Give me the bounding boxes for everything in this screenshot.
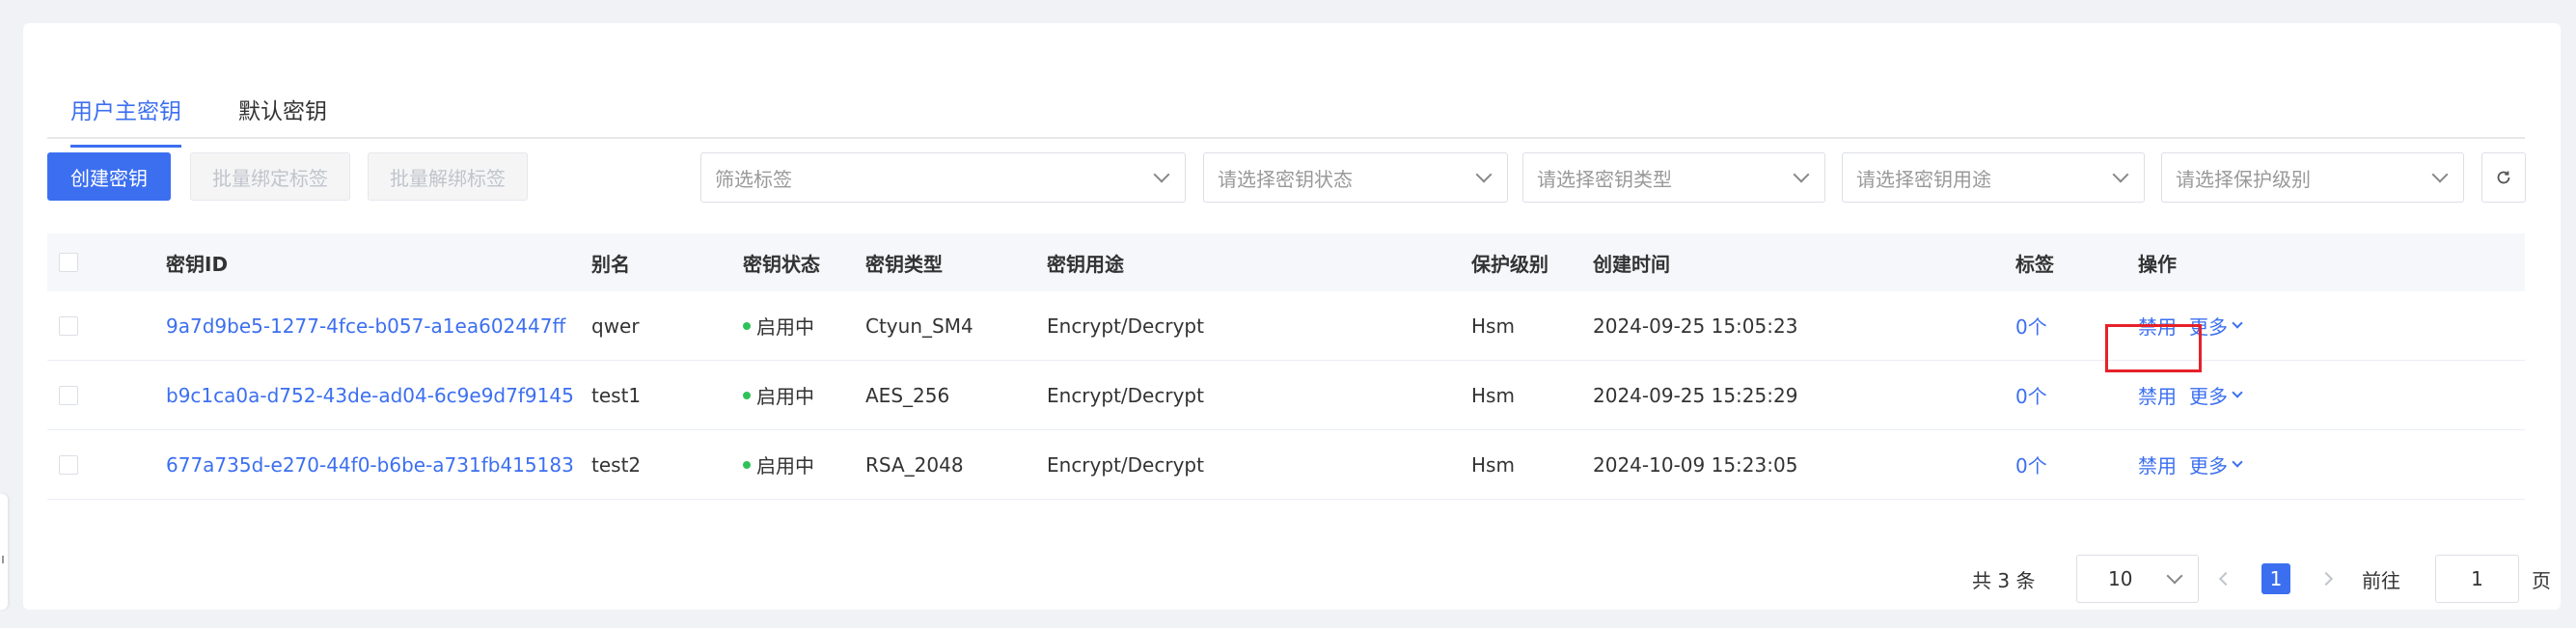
status-text: 启用中 bbox=[756, 385, 814, 408]
refresh-icon bbox=[2497, 171, 2510, 184]
next-page-button[interactable] bbox=[2312, 563, 2341, 594]
protection-cell: Hsm bbox=[1471, 452, 1515, 477]
table-header: 密钥ID 别名 密钥状态 密钥类型 密钥用途 保护级别 创建时间 标签 操作 bbox=[47, 233, 2525, 291]
more-menu-button[interactable]: 更多 bbox=[2189, 430, 2243, 499]
usage-filter-placeholder: 请选择密钥用途 bbox=[1856, 167, 1991, 191]
chevron-down-icon bbox=[2166, 567, 2183, 585]
table-row: 677a735d-e270-44f0-b6be-a731fb415183 tes… bbox=[47, 430, 2525, 500]
tags-link[interactable]: 0个 bbox=[2015, 361, 2047, 429]
chevron-down-icon bbox=[2232, 455, 2243, 468]
goto-label: 前往 bbox=[2362, 568, 2400, 592]
type-cell: Ctyun_SM4 bbox=[865, 314, 973, 338]
header-created: 创建时间 bbox=[1593, 252, 1670, 276]
row-checkbox[interactable] bbox=[59, 315, 78, 336]
status-filter-select[interactable]: 请选择密钥状态 bbox=[1203, 152, 1508, 203]
header-tags: 标签 bbox=[2015, 252, 2054, 276]
chevron-down-icon bbox=[2431, 166, 2449, 183]
refresh-button[interactable] bbox=[2481, 152, 2526, 203]
status-dot-icon bbox=[743, 321, 751, 330]
chevron-down-icon bbox=[1793, 166, 1810, 183]
chevron-left-icon bbox=[2218, 571, 2233, 587]
key-id-link[interactable]: b9c1ca0a-d752-43de-ad04-6c9e9d7f9145 bbox=[166, 361, 574, 429]
status-dot-icon bbox=[743, 460, 751, 469]
type-cell: AES_256 bbox=[865, 383, 950, 407]
usage-cell: Encrypt/Decrypt bbox=[1047, 452, 1204, 477]
side-panel-handle[interactable] bbox=[0, 494, 8, 610]
key-id-link[interactable]: 677a735d-e270-44f0-b6be-a731fb415183 bbox=[166, 430, 574, 499]
disable-button[interactable]: 禁用 bbox=[2138, 361, 2177, 429]
table-row: 9a7d9be5-1277-4fce-b057-a1ea602447ff qwe… bbox=[47, 291, 2525, 361]
created-cell: 2024-09-25 15:05:23 bbox=[1593, 314, 1798, 338]
header-protection: 保护级别 bbox=[1471, 252, 1548, 276]
usage-cell: Encrypt/Decrypt bbox=[1047, 314, 1204, 338]
tab-user-master-keys[interactable]: 用户主密钥 bbox=[70, 93, 181, 148]
created-cell: 2024-10-09 15:23:05 bbox=[1593, 452, 1798, 477]
status-badge: 启用中 bbox=[743, 291, 814, 360]
chevron-down-icon bbox=[2232, 386, 2243, 398]
status-badge: 启用中 bbox=[743, 361, 814, 429]
status-badge: 启用中 bbox=[743, 430, 814, 499]
tab-bar: 用户主密钥 默认密钥 bbox=[47, 68, 2525, 148]
alias-cell: test1 bbox=[591, 383, 642, 407]
chevron-down-icon bbox=[1475, 166, 1493, 183]
header-usage: 密钥用途 bbox=[1047, 252, 1124, 276]
usage-cell: Encrypt/Decrypt bbox=[1047, 383, 1204, 407]
more-label: 更多 bbox=[2189, 454, 2228, 478]
protection-cell: Hsm bbox=[1471, 314, 1515, 338]
status-dot-icon bbox=[743, 391, 751, 399]
more-label: 更多 bbox=[2189, 315, 2228, 339]
chevron-right-icon bbox=[2318, 571, 2334, 587]
chevron-down-icon bbox=[1153, 166, 1170, 183]
prev-page-button[interactable] bbox=[2211, 563, 2240, 594]
header-alias: 别名 bbox=[591, 252, 630, 276]
page-unit-label: 页 bbox=[2532, 568, 2551, 592]
more-menu-button[interactable]: 更多 bbox=[2189, 361, 2243, 429]
select-all-checkbox[interactable] bbox=[59, 253, 78, 272]
keys-table: 密钥ID 别名 密钥状态 密钥类型 密钥用途 保护级别 创建时间 标签 操作 9… bbox=[47, 233, 2525, 500]
page-size-value: 10 bbox=[2108, 567, 2133, 590]
protection-cell: Hsm bbox=[1471, 383, 1515, 407]
tags-filter-select[interactable]: 筛选标签 bbox=[700, 152, 1186, 203]
total-count: 共 3 条 bbox=[1972, 568, 2036, 592]
disable-button[interactable]: 禁用 bbox=[2138, 291, 2177, 360]
goto-page-input[interactable] bbox=[2435, 555, 2519, 603]
tags-link[interactable]: 0个 bbox=[2015, 430, 2047, 499]
type-filter-placeholder: 请选择密钥类型 bbox=[1537, 167, 1672, 191]
disable-button[interactable]: 禁用 bbox=[2138, 430, 2177, 499]
header-actions: 操作 bbox=[2138, 252, 2177, 276]
tags-link[interactable]: 0个 bbox=[2015, 291, 2047, 360]
tags-filter-placeholder: 筛选标签 bbox=[715, 167, 792, 191]
batch-unbind-tags-button[interactable]: 批量解绑标签 bbox=[368, 152, 528, 201]
page-size-select[interactable]: 10 bbox=[2076, 555, 2199, 603]
row-checkbox[interactable] bbox=[59, 454, 78, 475]
type-cell: RSA_2048 bbox=[865, 452, 964, 477]
type-filter-select[interactable]: 请选择密钥类型 bbox=[1522, 152, 1825, 203]
alias-cell: test2 bbox=[591, 452, 642, 477]
batch-bind-tags-button[interactable]: 批量绑定标签 bbox=[190, 152, 350, 201]
table-row: b9c1ca0a-d752-43de-ad04-6c9e9d7f9145 tes… bbox=[47, 361, 2525, 430]
header-key-id: 密钥ID bbox=[166, 252, 229, 276]
chevron-down-icon bbox=[2112, 166, 2129, 183]
page-number-current[interactable]: 1 bbox=[2261, 563, 2290, 594]
more-label: 更多 bbox=[2189, 385, 2228, 408]
status-filter-placeholder: 请选择密钥状态 bbox=[1218, 167, 1353, 191]
create-key-button[interactable]: 创建密钥 bbox=[47, 152, 171, 201]
alias-cell: qwer bbox=[591, 314, 640, 338]
header-type: 密钥类型 bbox=[865, 252, 943, 276]
more-menu-button[interactable]: 更多 bbox=[2189, 291, 2243, 360]
row-checkbox[interactable] bbox=[59, 385, 78, 405]
header-status: 密钥状态 bbox=[743, 252, 820, 276]
status-text: 启用中 bbox=[756, 454, 814, 478]
key-management-panel: 用户主密钥 默认密钥 创建密钥 批量绑定标签 批量解绑标签 筛选标签 请选择密钥… bbox=[23, 23, 2561, 610]
usage-filter-select[interactable]: 请选择密钥用途 bbox=[1842, 152, 2145, 203]
created-cell: 2024-09-25 15:25:29 bbox=[1593, 383, 1798, 407]
protection-filter-select[interactable]: 请选择保护级别 bbox=[2161, 152, 2464, 203]
key-id-link[interactable]: 9a7d9be5-1277-4fce-b057-a1ea602447ff bbox=[166, 291, 565, 360]
chevron-down-icon bbox=[2232, 316, 2243, 329]
protection-filter-placeholder: 请选择保护级别 bbox=[2176, 167, 2311, 191]
tab-default-keys[interactable]: 默认密钥 bbox=[238, 93, 327, 125]
status-text: 启用中 bbox=[756, 315, 814, 339]
